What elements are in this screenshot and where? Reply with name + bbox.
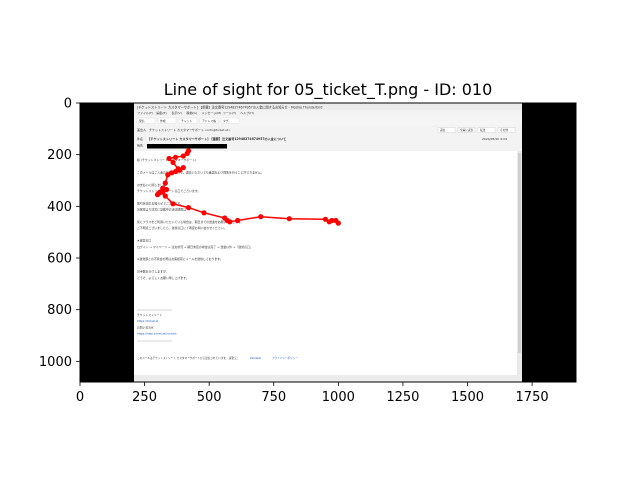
body-line: お手数おかけしますが、 xyxy=(137,269,169,274)
gaze-point xyxy=(162,180,168,186)
gaze-point xyxy=(173,154,179,160)
y-axis: 0 200 400 600 800 1000 xyxy=(39,97,80,370)
gaze-point xyxy=(166,155,172,162)
toolbar-label: 受信 xyxy=(139,119,145,123)
gaze-point xyxy=(235,217,241,224)
header-button-label: 転送 xyxy=(480,128,486,132)
gaze-point xyxy=(170,201,176,207)
x-tick-label: 1000 xyxy=(322,390,355,405)
gaze-point xyxy=(258,214,264,220)
footer-link[interactable]: Zendesk xyxy=(250,356,262,360)
x-tick-label: 0 xyxy=(76,390,84,405)
body-line: ログイン → マイページ → 注文状況 → 期日未定の場合は完了 → 送金以外 … xyxy=(137,244,253,249)
header-button-label: その他 xyxy=(500,128,508,132)
y-tick-label: 1000 xyxy=(39,355,72,370)
header-button-label: 全員に返信 xyxy=(460,128,474,132)
signature-link[interactable]: https://ticket.st xyxy=(137,319,159,323)
menu-item[interactable]: ヘルプ(H) xyxy=(240,110,254,115)
y-tick-label: 0 xyxy=(64,97,72,112)
email-screenshot: [チケットストリート カスタマーサポート] 【重要】注文番号1294827467… xyxy=(134,103,522,382)
plot-area: [チケットストリート カスタマーサポート] 【重要】注文番号1294827467… xyxy=(79,102,577,383)
date-value: 2020/05/20 9:09 xyxy=(482,137,507,141)
signature-link[interactable]: https://help.ticket.st/contact xyxy=(137,332,177,336)
toolbar-label: チャット xyxy=(181,119,192,123)
gaze-point xyxy=(185,205,192,211)
gaze-point xyxy=(286,216,292,222)
status-bar xyxy=(134,375,522,382)
gaze-point xyxy=(227,219,233,225)
redacted-recipient xyxy=(147,144,227,149)
x-tick-label: 1750 xyxy=(516,390,549,405)
window-title: [チケットストリート カスタマーサポート] 【重要】注文番号1294827467… xyxy=(137,105,322,110)
x-tick-label: 500 xyxy=(197,390,222,405)
body-line: ★運営窓口 xyxy=(137,238,151,243)
menu-item[interactable]: 編集(E) xyxy=(156,110,166,115)
subject-label: 件名 xyxy=(137,136,143,141)
footer-links: Zendesk プライバシーポリシー xyxy=(250,356,298,360)
header-button-label: 返信 xyxy=(440,128,446,132)
gaze-point xyxy=(180,153,186,159)
body-line: 様 (チケットストリート カスタマーサポート) xyxy=(137,157,196,162)
chart-title: Line of sight for 05_ticket_T.png - ID: … xyxy=(164,80,493,100)
menu-item[interactable]: 移動(G) xyxy=(186,110,197,115)
body-line: ご不明点ございましたら、運営窓口にて再度お問い合わせください。 xyxy=(137,225,227,230)
body-line: どうぞ、よろしくお願い申し上げます。 xyxy=(137,275,189,280)
x-tick-label: 750 xyxy=(261,390,286,405)
footer-link[interactable]: プライバシーポリシー xyxy=(272,356,298,360)
gaze-point xyxy=(335,220,341,226)
toolbar-items: 受信 作成 チャット アドレス帳 タグ xyxy=(136,117,240,124)
gaze-point xyxy=(165,172,171,178)
gaze-point xyxy=(201,210,207,216)
subject-value: [チケットストリート カスタマーサポート] 【重要】注文番号1294827467… xyxy=(149,136,286,141)
toolbar-label: アドレス帳 xyxy=(202,119,216,123)
y-tick-label: 400 xyxy=(47,200,72,215)
scrollbar-thumb[interactable] xyxy=(518,153,521,353)
chart-canvas: Line of sight for 05_ticket_T.png - ID: … xyxy=(39,80,577,405)
menu-item[interactable]: 表示(V) xyxy=(171,110,181,115)
y-tick-label: 800 xyxy=(47,303,72,318)
gaze-point xyxy=(162,193,168,199)
body-line: お客様より注文に記載中の決済期限は xyxy=(137,207,186,212)
gaze-point xyxy=(170,159,176,165)
menu-item[interactable]: ツール(T) xyxy=(223,111,236,115)
menu-item[interactable]: ファイル(F) xyxy=(137,110,153,115)
figure: Line of sight for 05_ticket_T.png - ID: … xyxy=(0,0,640,480)
y-tick-label: 200 xyxy=(47,148,72,163)
body-line: ※運営部との不具合の際はお客様宛にメールを送信しております。 xyxy=(137,256,223,261)
to-label: 宛先 xyxy=(137,143,143,148)
footer-text: このメールはチケットストリート カスタマーサポートから送信されています。 提供元… xyxy=(137,356,239,360)
signature-line: お問い合わせ xyxy=(137,325,154,329)
x-tick-label: 1250 xyxy=(386,390,419,405)
message-body xyxy=(134,151,520,375)
toolbar-label: 作成 xyxy=(160,119,166,123)
x-tick-label: 250 xyxy=(132,390,157,405)
from-value: チケットストリート カスタマーサポート <info@ticket.st> xyxy=(149,127,231,132)
signature-line: チケットストリート xyxy=(137,313,162,317)
x-tick-label: 1500 xyxy=(451,390,484,405)
from-label: 差出人 xyxy=(137,127,146,132)
body-line: このメールはご入金の自動配信です。返信いただいても確認および回答を行うことができ… xyxy=(137,169,264,174)
toolbar-label: タグ xyxy=(223,119,229,123)
menu-item[interactable]: メッセージ(M) xyxy=(201,110,221,115)
x-axis: 0 250 500 750 1000 1250 1500 1750 xyxy=(76,382,549,405)
y-tick-label: 600 xyxy=(47,252,72,267)
